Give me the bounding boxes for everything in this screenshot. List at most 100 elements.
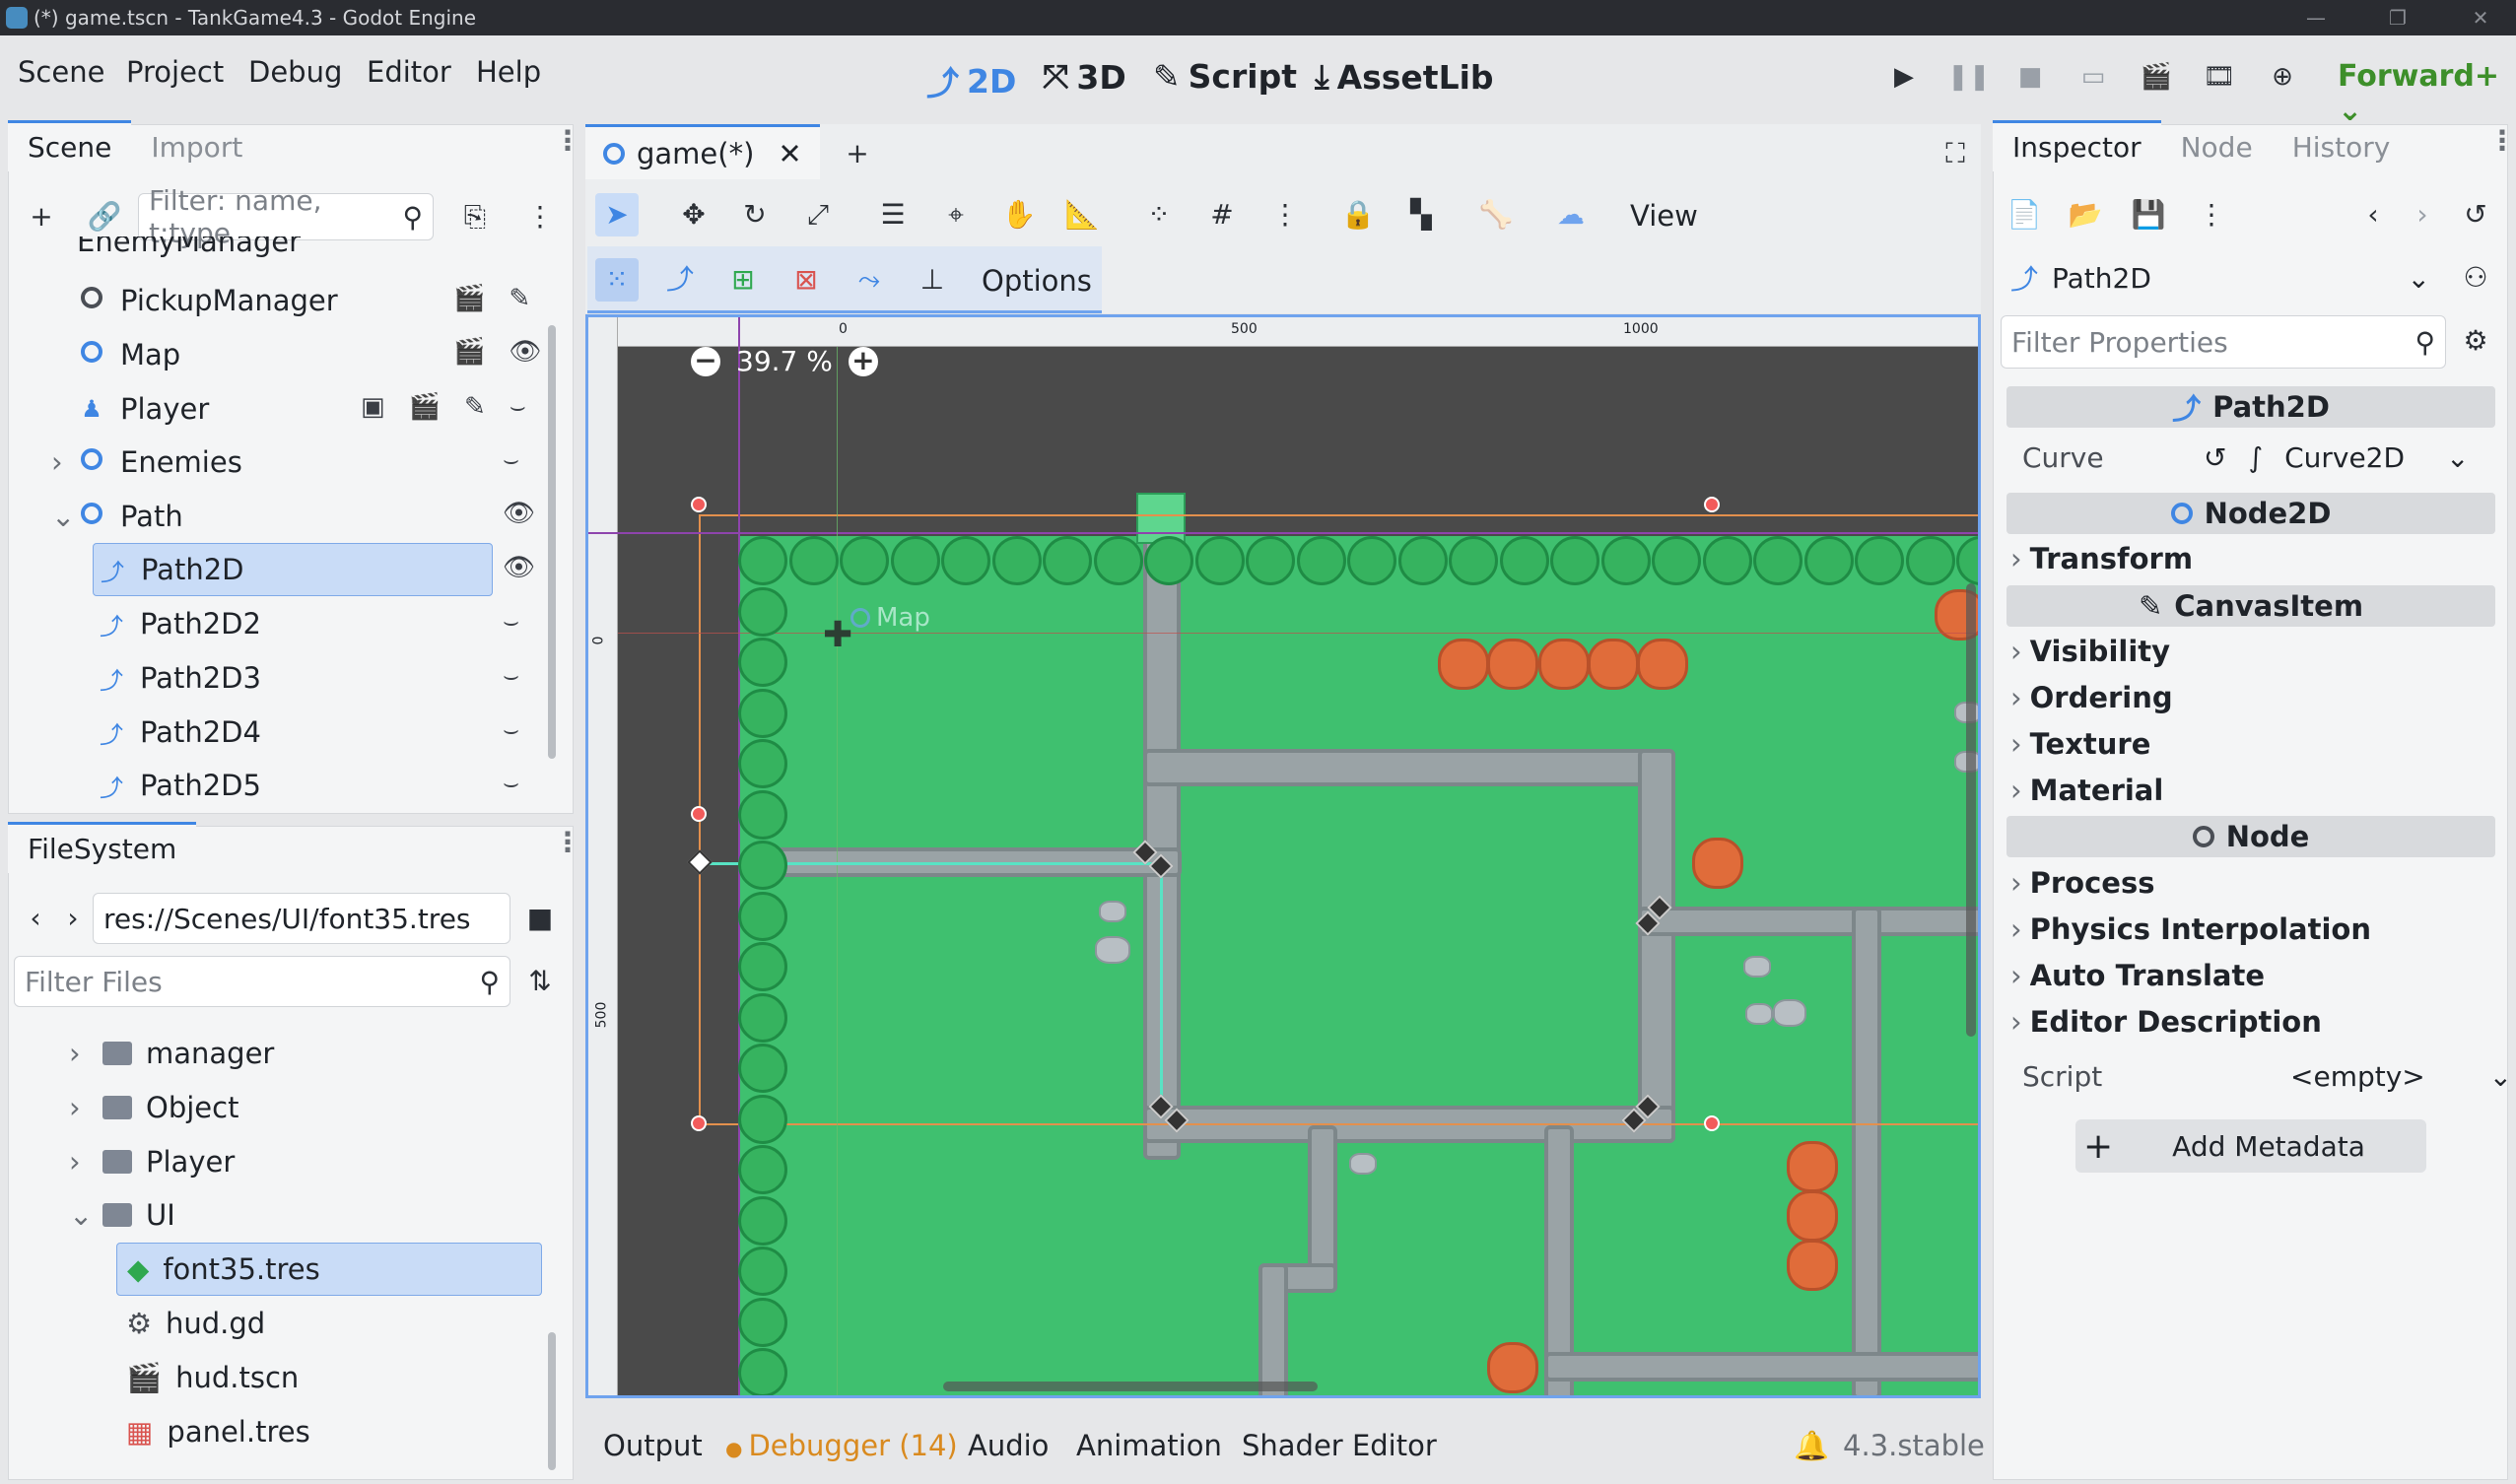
prop-auto-translate[interactable]: › Auto Translate <box>2010 959 2265 992</box>
group-icon[interactable]: ▚ <box>1399 193 1443 236</box>
tab-history[interactable]: History <box>2273 123 2411 171</box>
list-select-icon[interactable]: ☰ <box>871 193 915 236</box>
menu-help[interactable]: Help <box>476 55 541 89</box>
prop-process[interactable]: › Process <box>2010 866 2154 900</box>
tab-inspector[interactable]: Inspector <box>1993 120 2161 171</box>
tab-import[interactable]: Import <box>131 123 262 171</box>
add-node-icon[interactable]: + <box>20 195 63 238</box>
filter-properties-input[interactable]: Filter Properties ⚲ <box>2001 315 2446 369</box>
skeleton-icon[interactable]: 🦴 <box>1474 193 1518 236</box>
pivot-tool-icon[interactable]: ⌖ <box>934 193 978 236</box>
scene-scrollbar[interactable] <box>548 325 556 759</box>
prop-physics-interpolation[interactable]: › Physics Interpolation <box>2010 912 2371 946</box>
maximize-button[interactable]: ❐ <box>2384 4 2412 32</box>
move-tool-icon[interactable]: ✥ <box>672 193 715 236</box>
tree-item-path2d[interactable]: ⤴ Path2D <box>93 543 493 596</box>
tree-item-enemies[interactable]: › Enemies <box>12 436 552 489</box>
eye-closed-icon[interactable]: ⌣ <box>503 445 519 476</box>
workspace-assetlib[interactable]: ⤓ AssetLib <box>1315 57 1494 97</box>
fs-item-font35[interactable]: ◆ font35.tres <box>116 1243 542 1296</box>
script-value[interactable]: <empty> ⌄ <box>2290 1060 2512 1093</box>
clapper-icon[interactable]: 🎬 <box>453 337 485 367</box>
new-resource-icon[interactable]: 📄 <box>2003 193 2046 236</box>
zoom-out-icon[interactable]: − <box>691 346 720 376</box>
prop-visibility[interactable]: › Visibility <box>2010 635 2170 668</box>
new-tab-icon[interactable]: + <box>836 132 879 175</box>
play-scene-icon[interactable]: 🎬 <box>2137 57 2176 97</box>
tab-animation[interactable]: Animation <box>1076 1429 1222 1462</box>
inspector-menu-icon[interactable]: ⋮ <box>2488 127 2516 155</box>
tab-output[interactable]: Output <box>603 1429 703 1462</box>
clear-points-icon[interactable]: ⊥ <box>911 258 954 302</box>
view-menu[interactable]: View <box>1630 199 1698 233</box>
link-icon[interactable]: 🔗 <box>83 195 126 238</box>
smart-snap-icon[interactable]: ⁘ <box>1137 193 1181 236</box>
filesystem-menu-icon[interactable]: ⋮ <box>554 829 581 856</box>
zoom-in-icon[interactable]: + <box>848 346 878 376</box>
select-control-points-icon[interactable]: ⤴ <box>658 258 702 302</box>
forward-icon[interactable]: › <box>51 897 95 940</box>
eye-icon[interactable]: 👁 <box>503 499 535 528</box>
minimize-button[interactable]: — <box>2302 4 2330 32</box>
scale-tool-icon[interactable]: ⤢ <box>796 193 840 236</box>
instance-scene-icon[interactable]: ⎘ <box>453 195 497 238</box>
chevron-down-icon[interactable]: ⌄ <box>2446 441 2469 474</box>
tree-item-path[interactable]: ⌄ Path <box>12 490 552 543</box>
save-resource-icon[interactable]: 💾 <box>2127 193 2170 236</box>
clapper-icon[interactable]: 🎬 <box>453 284 485 313</box>
close-curve-icon[interactable]: ⤳ <box>848 258 891 302</box>
tree-item-enemymanager[interactable]: EnemyManager <box>12 236 552 266</box>
zoom-level[interactable]: 39.7 % <box>736 345 833 377</box>
tab-audio[interactable]: Audio <box>968 1429 1049 1462</box>
menu-debug[interactable]: Debug <box>248 55 342 89</box>
menu-editor[interactable]: Editor <box>367 55 451 89</box>
menu-project[interactable]: Project <box>126 55 224 89</box>
eye-closed-icon[interactable]: ⌣ <box>503 661 519 692</box>
workspace-2d[interactable]: ⤴ 2D <box>926 57 1016 104</box>
menu-scene[interactable]: Scene <box>18 55 104 89</box>
fs-item-object[interactable]: › Object <box>69 1081 238 1134</box>
filesystem-filter-input[interactable]: Filter Files ⚲ <box>14 956 510 1007</box>
rect-handle[interactable] <box>691 1115 707 1131</box>
tab-shader-editor[interactable]: Shader Editor <box>1242 1429 1437 1462</box>
options-menu[interactable]: Options <box>982 264 1092 298</box>
prop-editor-description[interactable]: › Editor Description <box>2010 1005 2322 1039</box>
script-icon[interactable]: ✎ <box>464 392 486 423</box>
play-custom-scene-icon[interactable]: 🎞 <box>2200 57 2239 97</box>
remote-debug-icon[interactable]: ▭ <box>2074 57 2113 97</box>
workspace-script[interactable]: ✎ Script <box>1153 57 1297 96</box>
fs-item-panel-tres[interactable]: ▦ panel.tres <box>126 1405 310 1458</box>
prop-material[interactable]: › Material <box>2010 774 2163 807</box>
tree-item-path2d4[interactable]: ⤴ Path2D4 <box>12 706 552 759</box>
tree-item-path2d2[interactable]: ⤴ Path2D2 <box>12 597 552 650</box>
lock-icon[interactable]: 🔒 <box>1336 193 1380 236</box>
scene-more-icon[interactable]: ⋮ <box>518 195 562 238</box>
pan-tool-icon[interactable]: ✋ <box>997 193 1041 236</box>
fs-item-hud-tscn[interactable]: 🎬 hud.tscn <box>126 1351 299 1404</box>
tab-node[interactable]: Node <box>2161 123 2273 171</box>
select-points-icon[interactable]: ⁙ <box>595 258 639 302</box>
rect-handle[interactable] <box>1704 1115 1720 1131</box>
pause-icon[interactable]: ❚❚ <box>1947 57 1991 97</box>
close-tab-icon[interactable]: ✕ <box>778 137 801 170</box>
cloud-icon[interactable]: ☁ <box>1549 193 1593 236</box>
chevron-down-icon[interactable]: ⌄ <box>51 500 77 533</box>
fs-item-hud-gd[interactable]: ⚙ hud.gd <box>126 1297 265 1350</box>
fs-item-manager[interactable]: › manager <box>69 1027 274 1080</box>
eye-icon[interactable]: 👁 <box>509 337 541 367</box>
rect-handle[interactable] <box>691 497 707 512</box>
fs-item-player[interactable]: › Player <box>69 1135 235 1188</box>
tree-item-path2d5[interactable]: ⤴ Path2D5 <box>12 759 552 812</box>
chevron-right-icon[interactable]: › <box>51 445 77 479</box>
chevron-down-icon[interactable]: ⌄ <box>2489 1060 2512 1093</box>
canvas-viewport[interactable]: 0 500 1000 0 500 Map ✚ − 39.7 % + <box>585 314 1981 1398</box>
revert-icon[interactable]: ↺ <box>2204 441 2226 474</box>
grid-snap-icon[interactable]: # <box>1200 193 1244 236</box>
snap-options-icon[interactable]: ⋮ <box>1263 193 1307 236</box>
scene-filter-input[interactable]: Filter: name, t:type ⚲ <box>138 184 434 249</box>
ruler-tool-icon[interactable]: 📐 <box>1060 193 1104 236</box>
recent-history-icon[interactable]: ↺ <box>2454 193 2497 236</box>
distraction-free-icon[interactable]: ⛶ <box>1934 132 1977 175</box>
prop-ordering[interactable]: › Ordering <box>2010 681 2173 714</box>
eye-icon[interactable]: 👁 <box>503 553 535 582</box>
